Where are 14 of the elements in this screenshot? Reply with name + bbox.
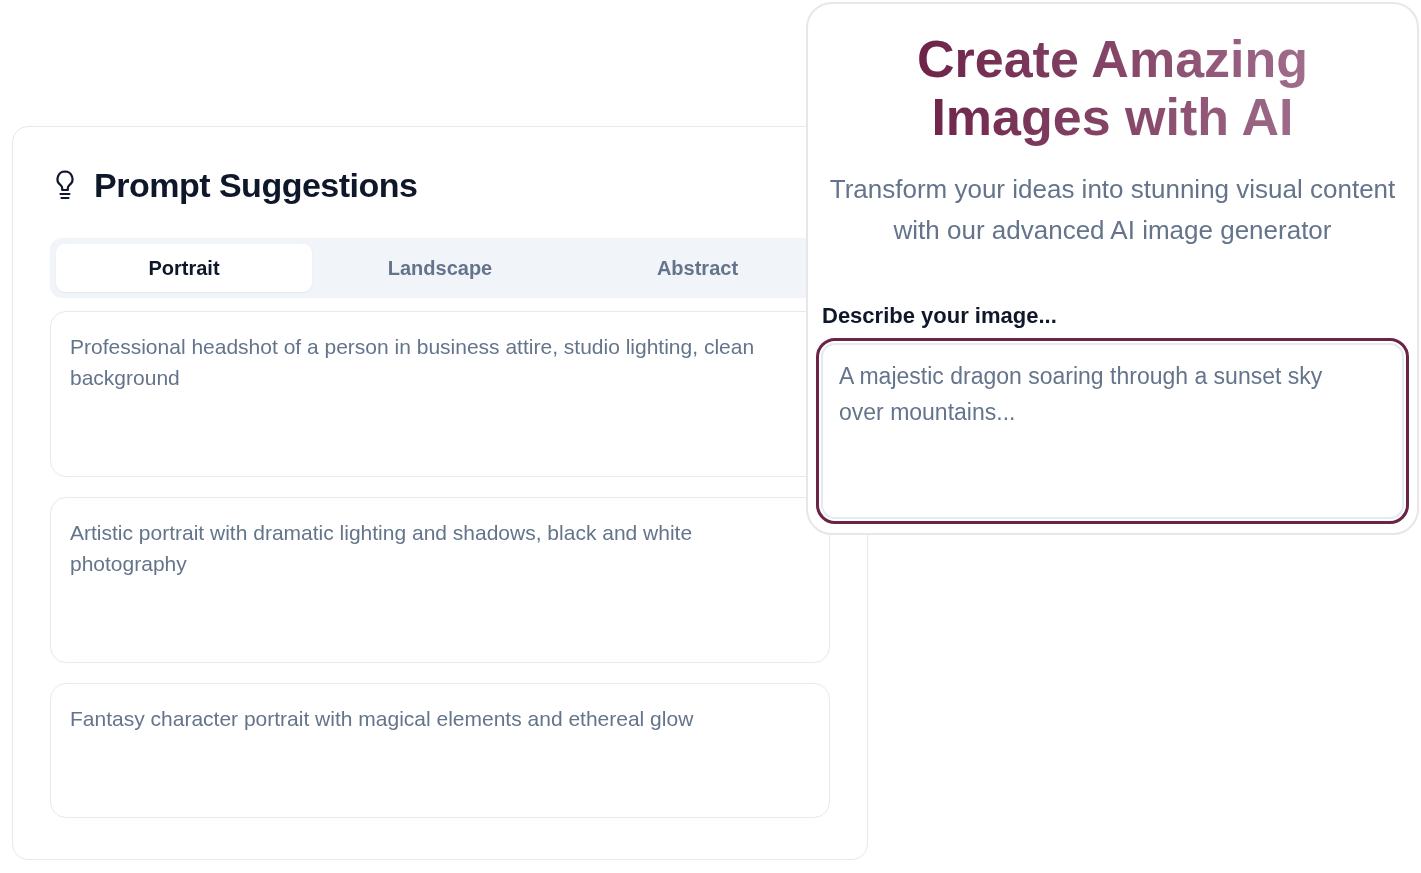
suggestion-text: Professional headshot of a person in business attire, studio lighting, clean background [70, 334, 756, 391]
category-tab[interactable]: Landscape [312, 244, 568, 292]
panel-title: Prompt Suggestions [94, 165, 418, 205]
suggestion-text: Fantasy character portrait with magical elements and ethereal glow [70, 706, 695, 732]
hero-subtitle: Transform your ideas into stunning visual content with our advanced AI image generator [828, 173, 1397, 247]
lightbulb-icon [54, 169, 76, 201]
prompt-input[interactable]: A majestic dragon soaring through a sunset sky over mountains... [816, 338, 1409, 524]
prompt-label: Describe your image... [822, 302, 1058, 330]
suggestion-text: Artistic portrait with dramatic lighting and shadows, black and white photography [70, 520, 694, 577]
suggestion-card[interactable]: Professional headshot of a person in business attire, studio lighting, clean background [50, 311, 807, 477]
suggestion-card[interactable]: Fantasy character portrait with magical elements and ethereal glow [50, 683, 830, 818]
category-tab[interactable]: Abstract [568, 244, 807, 292]
suggestion-card[interactable]: Artistic portrait with dramatic lighting and shadows, black and white photography [50, 497, 830, 663]
category-tab[interactable]: Portrait [56, 244, 312, 292]
